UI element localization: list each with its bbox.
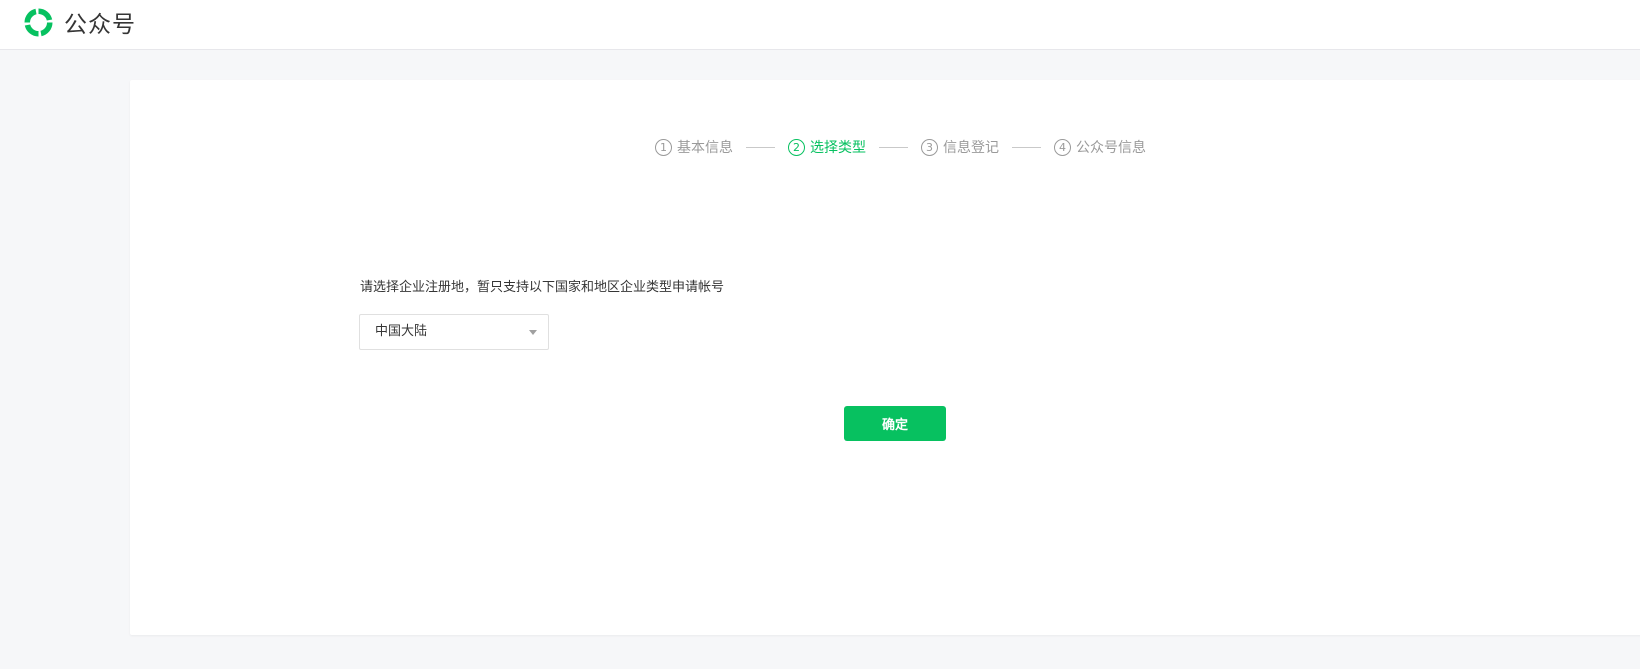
step-number: 2 bbox=[788, 138, 805, 156]
step-divider bbox=[879, 146, 908, 148]
step-number: 3 bbox=[921, 138, 938, 156]
step-2: 2 选择类型 bbox=[788, 137, 866, 157]
step-divider bbox=[746, 146, 775, 148]
step-indicator: 1 基本信息 2 选择类型 3 信息登记 4 公众号信息 bbox=[655, 137, 1146, 157]
step-1: 1 基本信息 bbox=[655, 137, 733, 157]
region-select-value: 中国大陆 bbox=[375, 324, 428, 339]
step-label: 信息登记 bbox=[943, 140, 999, 156]
step-3: 3 信息登记 bbox=[921, 137, 999, 157]
step-label: 基本信息 bbox=[677, 140, 733, 156]
step-divider bbox=[1012, 146, 1041, 148]
top-bar: 公众号 bbox=[0, 0, 1640, 50]
caret-down-icon bbox=[529, 330, 537, 335]
region-select[interactable]: 中国大陆 bbox=[359, 314, 549, 350]
step-label: 公众号信息 bbox=[1076, 140, 1146, 156]
region-prompt: 请选择企业注册地，暂只支持以下国家和地区企业类型申请帐号 bbox=[360, 280, 725, 295]
step-number: 1 bbox=[655, 138, 672, 156]
official-account-logo-icon bbox=[24, 7, 53, 37]
content-card: 1 基本信息 2 选择类型 3 信息登记 4 公众号信息 请选择企业注册地，暂只… bbox=[130, 80, 1640, 635]
step-label: 选择类型 bbox=[810, 140, 866, 156]
step-4: 4 公众号信息 bbox=[1054, 137, 1146, 157]
confirm-button[interactable]: 确定 bbox=[844, 406, 946, 441]
app-title: 公众号 bbox=[64, 12, 136, 38]
logo[interactable]: 公众号 bbox=[22, 6, 136, 38]
step-number: 4 bbox=[1054, 138, 1071, 156]
